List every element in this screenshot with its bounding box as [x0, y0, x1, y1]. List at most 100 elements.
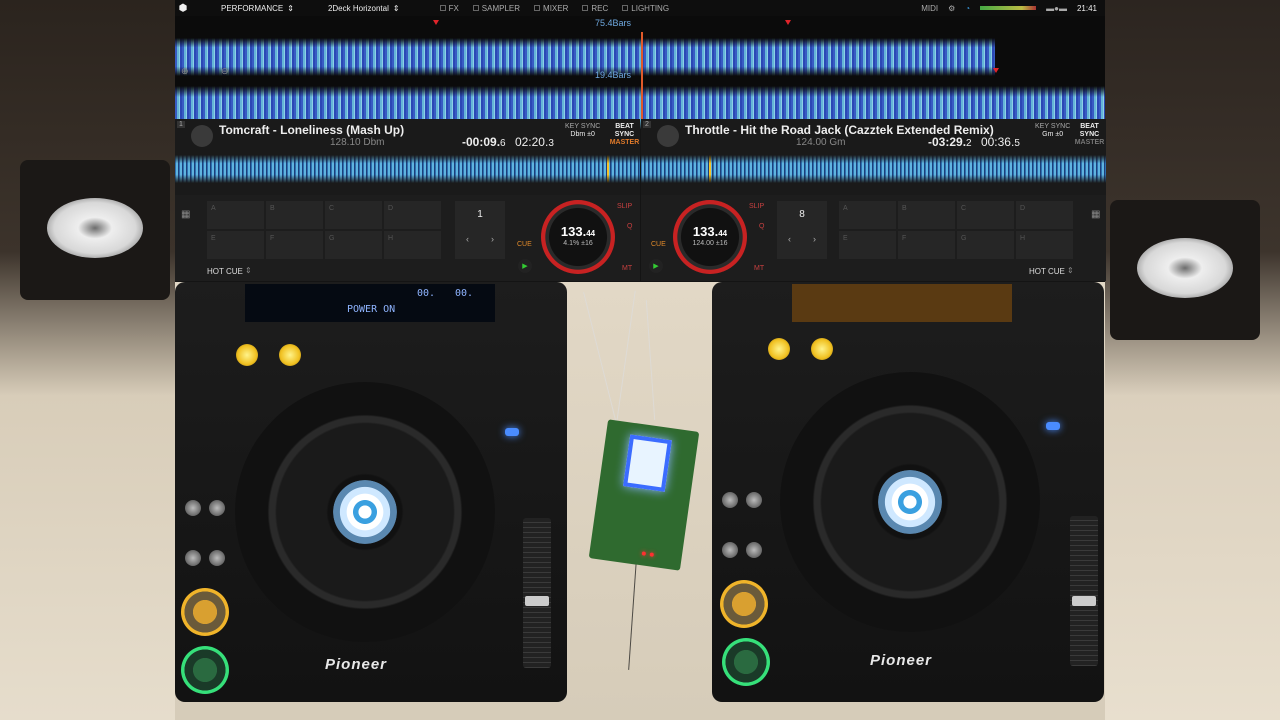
track-search-next-button[interactable]: [209, 500, 225, 516]
key-sync-block[interactable]: KEY SYNC Dbm ±0: [565, 123, 600, 139]
jog-wheel[interactable]: [235, 382, 495, 642]
playhead-line: [641, 32, 643, 132]
slip-button[interactable]: SLIP: [617, 203, 632, 210]
waveform-overview[interactable]: 75.4Bars 19.4Bars ⊕ ⊖: [175, 16, 1105, 132]
beat-sync-button[interactable]: BEAT SYNC MASTER: [1073, 123, 1106, 147]
virtual-platter[interactable]: 133.44 124.00 ±16: [673, 200, 747, 274]
time-elapsed: 02:20.: [514, 135, 549, 149]
pad-label: A: [843, 205, 848, 212]
loop-out-button[interactable]: [279, 344, 301, 366]
track-search-prev-button[interactable]: [722, 492, 738, 508]
virtual-platter[interactable]: 133.44 4.1% ±16: [541, 200, 615, 274]
pitch-range: 124.00 ±16: [692, 240, 728, 247]
layout-select[interactable]: 2Deck Horizontal ⇕: [328, 4, 400, 13]
cdj-play-button[interactable]: [181, 646, 229, 694]
cdj-cue-button[interactable]: [720, 580, 768, 628]
beat-sync-label: BEAT SYNC: [614, 123, 635, 138]
tempo-fader-knob[interactable]: [1072, 596, 1096, 606]
deck1-scrolling-waveform[interactable]: [175, 38, 995, 76]
quantize-button[interactable]: Q: [627, 223, 632, 230]
gear-icon[interactable]: ⚙: [948, 4, 955, 13]
search-back-button[interactable]: [185, 550, 201, 566]
hot-cue-pad[interactable]: A: [839, 201, 896, 229]
track-overview-strip[interactable]: [175, 155, 640, 183]
cue-button[interactable]: CUE: [651, 241, 666, 248]
track-search-next-button[interactable]: [746, 492, 762, 508]
chevron-left-icon[interactable]: ‹: [466, 234, 469, 244]
hot-cue-pad[interactable]: D: [384, 201, 441, 229]
hot-cue-pad[interactable]: A: [207, 201, 264, 229]
deck1-bars-label: 75.4Bars: [595, 18, 632, 28]
deck2-bars-label: 19.4Bars: [595, 70, 632, 80]
hot-cue-pad[interactable]: C: [957, 201, 1014, 229]
track-search-prev-button[interactable]: [185, 500, 201, 516]
topbar-right: MIDI ⚙ ◔ ▬●▬ 21:41: [921, 4, 1105, 13]
zoom-in-icon[interactable]: ⊕: [181, 66, 189, 77]
pad-label: G: [961, 235, 967, 242]
hot-cue-pad[interactable]: G: [325, 231, 382, 259]
grid-icon[interactable]: ▦: [1091, 209, 1100, 220]
jog-wheel[interactable]: [780, 372, 1040, 632]
updown-icon[interactable]: ⇕: [1067, 266, 1074, 275]
mixer-toggle[interactable]: MIXER: [534, 4, 568, 13]
quantize-button[interactable]: Q: [759, 223, 764, 230]
fx-toggle[interactable]: FX: [439, 4, 459, 13]
loop-out-button[interactable]: [811, 338, 833, 360]
zoom-out-icon[interactable]: ⊖: [221, 66, 229, 77]
chevron-right-icon[interactable]: ›: [813, 234, 816, 244]
cue-button[interactable]: CUE: [517, 241, 532, 248]
pitch-range: 4.1% ±16: [563, 240, 593, 247]
hot-cue-pad[interactable]: E: [207, 231, 264, 259]
loop-control[interactable]: 8 ‹ ›: [777, 201, 827, 259]
slip-button[interactable]: SLIP: [749, 203, 764, 210]
hot-cue-pad[interactable]: H: [384, 231, 441, 259]
cpu-icon: ◔: [965, 3, 971, 13]
cdj-cue-button[interactable]: [181, 588, 229, 636]
search-back-button[interactable]: [722, 542, 738, 558]
sampler-toggle[interactable]: SAMPLER: [472, 4, 520, 13]
grid-icon[interactable]: ▦: [181, 209, 190, 220]
tempo-fader-knob[interactable]: [525, 596, 549, 606]
hot-cue-pad[interactable]: B: [898, 201, 955, 229]
hot-cue-pad[interactable]: C: [325, 201, 382, 229]
loop-control[interactable]: 1 ‹ ›: [455, 201, 505, 259]
midi-button[interactable]: MIDI: [921, 4, 938, 13]
mode-select[interactable]: PERFORMANCE ⇕: [221, 4, 294, 13]
hot-cue-pad[interactable]: F: [898, 231, 955, 259]
pad-label: C: [329, 205, 335, 212]
hot-cue-pad[interactable]: B: [266, 201, 323, 229]
hot-cue-pad[interactable]: E: [839, 231, 896, 259]
beat-sync-button[interactable]: BEAT SYNC MASTER: [609, 123, 640, 147]
cue-marker: [785, 20, 791, 25]
loop-in-button[interactable]: [768, 338, 790, 360]
app-logo-icon[interactable]: ⬢: [175, 0, 191, 16]
deck2-info: 2 Throttle - Hit the Road Jack (Cazztek …: [641, 119, 1106, 195]
tempo-fader[interactable]: [1070, 516, 1098, 666]
tempo-fader[interactable]: [523, 518, 551, 668]
chevron-left-icon[interactable]: ‹: [788, 234, 791, 244]
bpm-integer: 133.: [692, 224, 719, 239]
search-forward-button[interactable]: [209, 550, 225, 566]
loop-in-button[interactable]: [236, 344, 258, 366]
hot-cue-mode-label[interactable]: HOT CUE: [207, 267, 243, 276]
time-remaining: -00:09.: [462, 135, 501, 149]
hot-cue-pad[interactable]: H: [1016, 231, 1073, 259]
chevron-right-icon[interactable]: ›: [491, 234, 494, 244]
cdj-play-button[interactable]: [722, 638, 770, 686]
hot-cue-pad[interactable]: D: [1016, 201, 1073, 229]
hot-cue-pad[interactable]: G: [957, 231, 1014, 259]
volume-slider-icon[interactable]: ▬●▬: [1046, 4, 1067, 13]
hot-cue-pad[interactable]: F: [266, 231, 323, 259]
search-forward-button[interactable]: [746, 542, 762, 558]
track-overview-strip[interactable]: [641, 155, 1106, 183]
rec-toggle[interactable]: REC: [582, 4, 608, 13]
updown-icon[interactable]: ⇕: [245, 266, 252, 275]
loop-length: 8: [799, 209, 805, 220]
hot-cue-mode-label[interactable]: HOT CUE: [1029, 267, 1065, 276]
play-icon[interactable]: ▶: [518, 259, 532, 273]
key-sync-block[interactable]: KEY SYNC Gm ±0: [1035, 123, 1070, 139]
lighting-toggle[interactable]: LIGHTING: [622, 4, 669, 13]
play-icon[interactable]: ▶: [649, 259, 663, 273]
master-tempo-button[interactable]: MT: [622, 265, 632, 272]
master-tempo-button[interactable]: MT: [754, 265, 764, 272]
